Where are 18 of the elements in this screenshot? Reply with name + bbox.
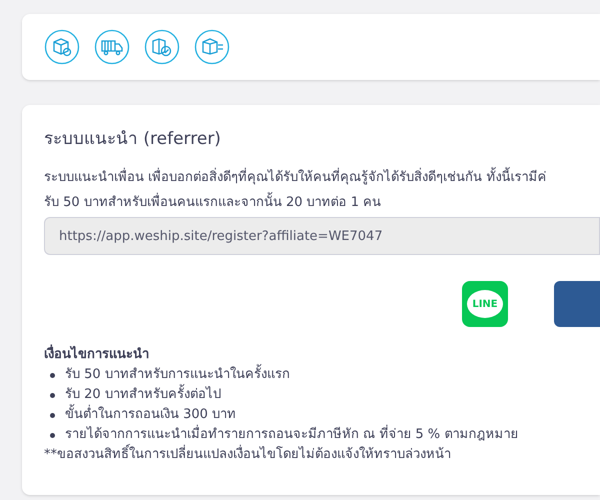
box-arrows-icon[interactable] bbox=[194, 29, 230, 65]
conditions-title: เงื่อนไขการแนะนำ bbox=[44, 345, 600, 365]
box-check-icon[interactable] bbox=[144, 29, 180, 65]
bullet-icon bbox=[50, 412, 55, 418]
note-text: **ขอสงวนสิทธิ์ในการเปลี่ยนแปลงเงื่อนไขโดยไม่ต้องแจ้งให้ทราบล่วงหน้า bbox=[44, 445, 600, 465]
condition-text: ขั้นต่ำในการถอนเงิน 300 บาท bbox=[65, 405, 236, 425]
bullet-icon bbox=[50, 432, 55, 438]
referral-link-field[interactable]: https://app.weship.site/register?affiliate=WE7047 bbox=[44, 217, 600, 255]
description-text: ระบบแนะนำเพื่อน เพื่อบอกต่อสิ่งดีๆที่คุณได้รับให้คนที่คุณรู้จักได้รับสิ่งดีๆเช่นกัน ทั้งนี้เรามีค่ bbox=[44, 165, 600, 190]
bullet-icon bbox=[50, 372, 55, 378]
description-text: รับ 50 บาทสำหรับเพื่อนคนแรกและจากนั้น 20 บาทต่อ 1 คน bbox=[44, 190, 600, 215]
box-clock-icon[interactable] bbox=[44, 29, 80, 65]
condition-text: รับ 20 บาทสำหรับครั้งต่อไป bbox=[65, 385, 221, 405]
condition-text: รายได้จากการแนะนำเมื่อทำรายการถอนจะมีภาษีหัก ณ ที่จ่าย 5 % ตามกฎหมาย bbox=[65, 425, 518, 445]
bullet-icon bbox=[50, 392, 55, 398]
section-title: ระบบแนะนำ (referrer) bbox=[44, 128, 222, 151]
truck-icon[interactable] bbox=[94, 29, 130, 65]
condition-text: รับ 50 บาทสำหรับการแนะนำในครั้งแรก bbox=[65, 365, 290, 385]
